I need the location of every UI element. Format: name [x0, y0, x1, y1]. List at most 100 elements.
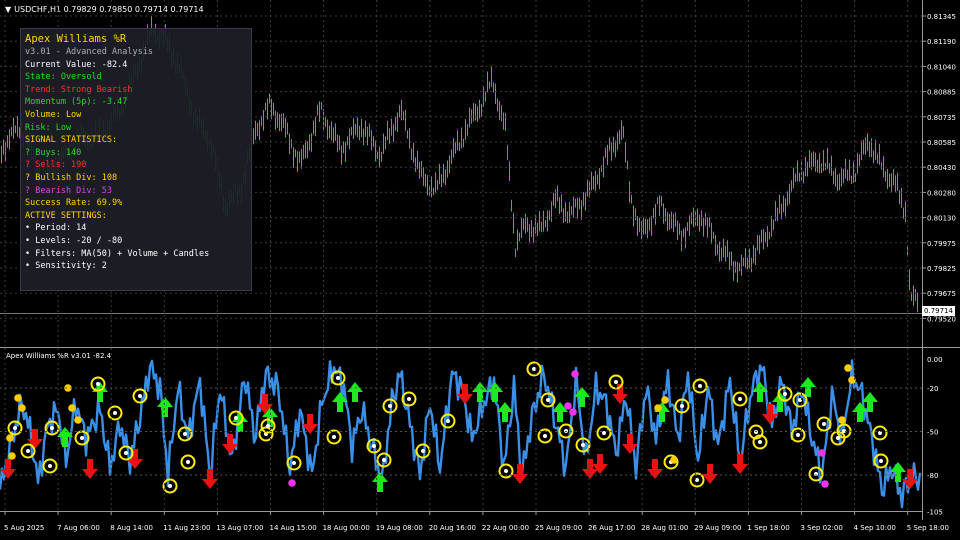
signal-dot-icon: [564, 402, 572, 410]
panel-line: ? Sells: 190: [25, 160, 87, 171]
divergence-dot-icon: [421, 449, 425, 453]
signal-dot-icon: [6, 434, 14, 442]
price-tick-label: 0.80430: [927, 164, 956, 172]
panel-line: Risk: Low: [25, 122, 72, 133]
signal-dot-icon: [18, 404, 26, 412]
divergence-dot-icon: [814, 472, 818, 476]
buy-arrow-icon: [157, 397, 173, 417]
time-tick-label: 25 Aug 09:00: [535, 524, 582, 532]
williams-r-subwindow[interactable]: [0, 348, 922, 512]
divergence-dot-icon: [50, 426, 54, 430]
price-tick-label: 0.79825: [927, 265, 956, 273]
time-tick-label: 19 Aug 08:00: [376, 524, 423, 532]
panel-line: ACTIVE SETTINGS:: [25, 210, 107, 221]
divergence-dot-icon: [695, 478, 699, 482]
sell-arrow-icon: [582, 459, 598, 479]
divergence-dot-icon: [796, 433, 800, 437]
divergence-dot-icon: [186, 460, 190, 464]
divergence-dot-icon: [336, 376, 340, 380]
time-tick-label: 28 Aug 01:00: [641, 524, 688, 532]
signal-dot-icon: [8, 452, 16, 460]
divergence-dot-icon: [564, 429, 568, 433]
divergence-dot-icon: [532, 367, 536, 371]
divergence-dot-icon: [266, 424, 270, 428]
time-tick-label: 5 Sep 18:00: [907, 524, 949, 532]
price-tick-label: 0.81190: [927, 38, 956, 46]
divergence-dot-icon: [183, 432, 187, 436]
divergence-dot-icon: [113, 411, 117, 415]
signal-dot-icon: [288, 479, 296, 487]
indicator-info-panel: Apex Williams %R v3.01 - Advanced Analys…: [20, 28, 252, 291]
price-tick-label: 0.79675: [927, 290, 956, 298]
divergence-dot-icon: [698, 384, 702, 388]
price-tick-label: 0.80585: [927, 139, 956, 147]
panel-title: Apex Williams %R: [25, 33, 127, 45]
panel-line: • Levels: -20 / -80: [25, 235, 123, 246]
divergence-dot-icon: [388, 404, 392, 408]
divergence-dot-icon: [407, 397, 411, 401]
signal-dot-icon: [818, 449, 826, 457]
divergence-dot-icon: [878, 431, 882, 435]
divergence-dot-icon: [332, 435, 336, 439]
signal-dot-icon: [68, 404, 76, 412]
sell-arrow-icon: [647, 459, 663, 479]
panel-line: Current Value: -82.4: [25, 59, 128, 70]
buy-arrow-icon: [574, 387, 590, 407]
divergence-dot-icon: [842, 429, 846, 433]
buy-arrow-icon: [472, 382, 488, 402]
time-tick-label: 7 Aug 06:00: [57, 524, 100, 532]
divergence-dot-icon: [581, 443, 585, 447]
time-tick-label: 8 Aug 14:00: [110, 524, 153, 532]
signal-dot-icon: [670, 456, 678, 464]
sell-arrow-icon: [202, 469, 218, 489]
level-label: -80: [927, 472, 938, 480]
panel-line: • Period: 14: [25, 223, 87, 234]
divergence-dot-icon: [602, 431, 606, 435]
buy-arrow-icon: [92, 382, 108, 402]
panel-line: Momentum (5p): -3.47: [25, 97, 128, 108]
time-tick-label: 3 Sep 02:00: [801, 524, 843, 532]
time-tick-label: 11 Aug 23:00: [163, 524, 210, 532]
signal-dot-icon: [661, 396, 669, 404]
level-label: -50: [927, 429, 938, 437]
sell-arrow-icon: [622, 434, 638, 454]
panel-line: ? Bearish Div: 53: [25, 185, 112, 196]
sell-arrow-icon: [27, 429, 43, 449]
panel-lines: Current Value: -82.4 State: Oversold Trend…: [25, 59, 247, 273]
time-tick-label: 18 Aug 00:00: [323, 524, 370, 532]
time-tick-label: 14 Aug 15:00: [270, 524, 317, 532]
time-tick-label: 4 Sep 10:00: [854, 524, 896, 532]
divergence-dot-icon: [879, 459, 883, 463]
signal-dot-icon: [844, 364, 852, 372]
panel-line: • Filters: MA(50) + Volume + Candles: [25, 248, 210, 259]
signal-dot-icon: [654, 404, 662, 412]
price-tick-label: 0.80885: [927, 89, 956, 97]
divergence-dot-icon: [738, 397, 742, 401]
panel-line: Trend: Strong Bearish: [25, 84, 133, 95]
buy-arrow-icon: [852, 402, 868, 422]
divergence-dot-icon: [680, 404, 684, 408]
divergence-dot-icon: [382, 458, 386, 462]
divergence-dot-icon: [138, 394, 142, 398]
sell-arrow-icon: [762, 404, 778, 424]
divergence-dot-icon: [292, 461, 296, 465]
divergence-dot-icon: [754, 430, 758, 434]
panel-subtitle: v3.01 - Advanced Analysis: [25, 47, 153, 57]
signal-dot-icon: [838, 416, 846, 424]
divergence-dot-icon: [80, 436, 84, 440]
divergence-dot-icon: [48, 464, 52, 468]
sell-arrow-icon: [732, 454, 748, 474]
divergence-dot-icon: [822, 422, 826, 426]
time-tick-label: 26 Aug 17:00: [588, 524, 635, 532]
panel-line: ? Bullish Div: 108: [25, 172, 118, 183]
price-tick-label: 0.80130: [927, 215, 956, 223]
divergence-dot-icon: [758, 440, 762, 444]
price-tick-label: 0.80735: [927, 114, 956, 122]
panel-line: State: Oversold: [25, 72, 102, 83]
level-label: 0.00: [927, 356, 943, 364]
divergence-dot-icon: [546, 398, 550, 402]
price-tick-label: 0.81345: [927, 13, 956, 21]
time-tick-label: 29 Aug 09:00: [694, 524, 741, 532]
level-label: -105: [927, 508, 943, 516]
level-label: -20: [927, 385, 938, 393]
